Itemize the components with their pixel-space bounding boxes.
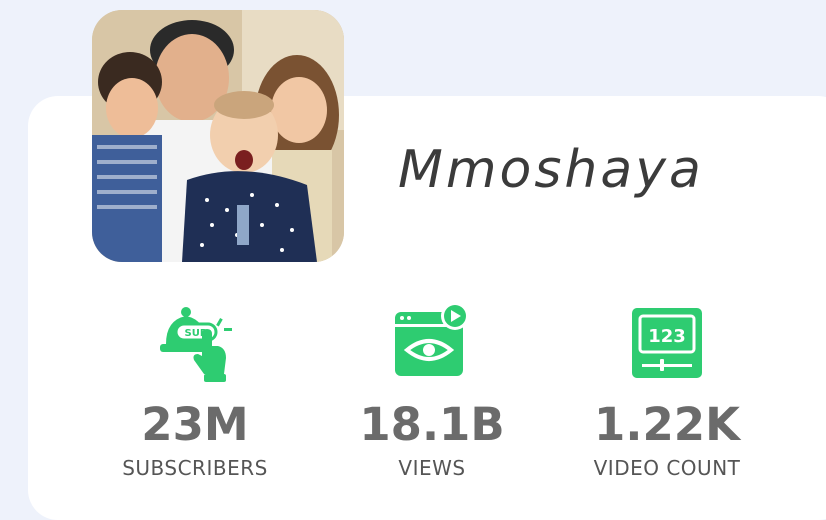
channel-avatar xyxy=(92,10,344,262)
stat-subscribers: SUB 23M SUBSCRIBERS xyxy=(75,296,315,480)
svg-text:123: 123 xyxy=(648,326,686,347)
video-views-icon xyxy=(312,296,552,386)
video-count-icon: 123 xyxy=(547,296,787,386)
subscribers-label: SUBSCRIBERS xyxy=(122,456,268,480)
views-value: 18.1B xyxy=(359,398,505,451)
subscribe-bell-icon: SUB xyxy=(75,296,315,386)
stat-views: 18.1B VIEWS xyxy=(312,296,552,480)
video-count-value: 1.22K xyxy=(594,398,740,451)
svg-text:SUB: SUB xyxy=(185,328,208,339)
subscribers-value: 23M xyxy=(141,398,249,451)
channel-name: Mmoshaya xyxy=(398,140,704,200)
views-label: VIEWS xyxy=(398,456,466,480)
stat-video-count: 123 1.22K VIDEO COUNT xyxy=(547,296,787,480)
family-photo xyxy=(92,10,344,262)
video-count-label: VIDEO COUNT xyxy=(593,456,741,480)
